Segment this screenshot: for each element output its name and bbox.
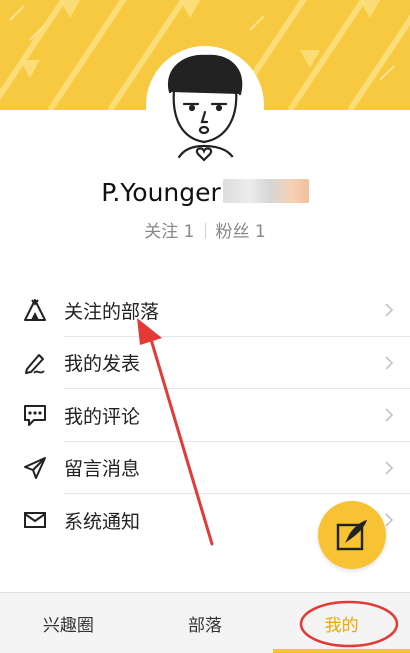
pen-icon xyxy=(25,353,45,374)
fans-stat[interactable]: 粉丝 1 xyxy=(216,222,266,242)
tab-label: 我的 xyxy=(324,615,359,636)
chevron-right-icon xyxy=(385,303,394,317)
avatar-drawing xyxy=(167,54,243,164)
stats-divider xyxy=(204,223,206,239)
mail-icon xyxy=(24,512,46,529)
tent-icon xyxy=(24,299,46,322)
tab-label: 部落 xyxy=(188,615,222,636)
bottom-tab-bar: 兴趣圈 部落 我的 xyxy=(0,592,410,653)
tab-mine[interactable]: 我的 xyxy=(273,593,410,653)
active-tab-indicator xyxy=(273,649,410,653)
menu-item-messages[interactable]: 留言消息 xyxy=(0,442,410,494)
menu-item-followed-tribes[interactable]: 关注的部落 xyxy=(0,284,410,337)
chevron-right-icon xyxy=(385,356,394,370)
compose-button[interactable] xyxy=(318,501,386,569)
tab-interest-circle[interactable]: 兴趣圈 xyxy=(0,593,137,653)
send-icon xyxy=(24,456,46,479)
chevron-right-icon xyxy=(385,461,394,475)
fans-count: 1 xyxy=(254,222,266,242)
menu-item-my-comments[interactable]: 我的评论 xyxy=(0,389,410,442)
compose-icon xyxy=(336,520,367,551)
following-label: 关注 xyxy=(144,222,179,242)
menu-item-label: 我的发表 xyxy=(64,353,141,376)
menu-item-label: 系统通知 xyxy=(64,510,141,533)
following-stat[interactable]: 关注 1 xyxy=(144,222,194,242)
chevron-right-icon xyxy=(385,408,394,422)
username: P.Younger xyxy=(0,178,410,207)
username-text: P.Younger xyxy=(101,178,221,207)
menu-item-label: 我的评论 xyxy=(64,405,141,428)
menu-item-label: 关注的部落 xyxy=(64,300,160,323)
menu-item-my-posts[interactable]: 我的发表 xyxy=(0,337,410,389)
following-count: 1 xyxy=(183,222,195,242)
comment-icon xyxy=(24,405,46,427)
profile-stats: 关注 1 粉丝 1 xyxy=(0,217,410,242)
tab-label: 兴趣圈 xyxy=(42,615,94,636)
chevron-right-icon xyxy=(385,513,394,527)
tab-tribe[interactable]: 部落 xyxy=(137,593,274,653)
avatar[interactable] xyxy=(146,46,264,164)
fans-label: 粉丝 xyxy=(215,222,250,242)
redacted-name-blur xyxy=(222,179,309,203)
menu-item-label: 留言消息 xyxy=(64,458,141,481)
